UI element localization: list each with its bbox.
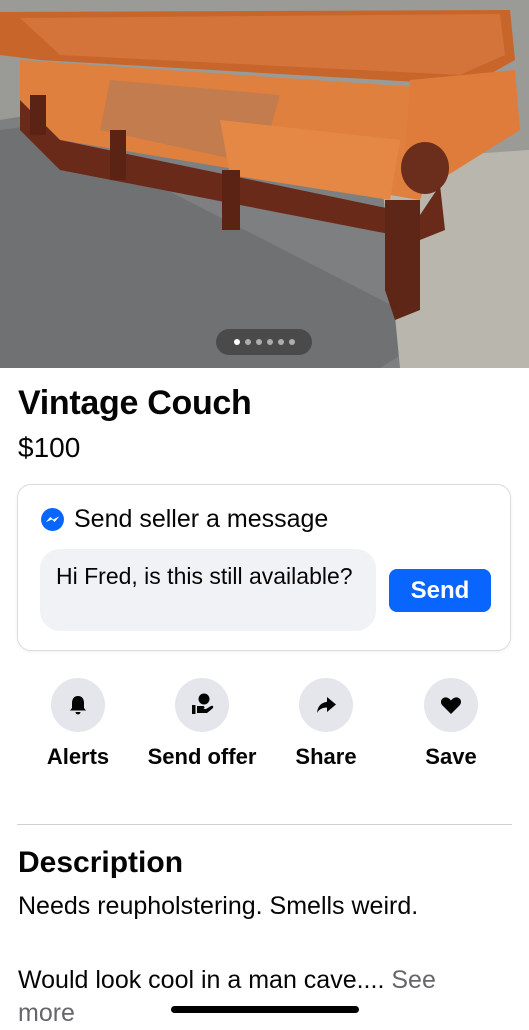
page-dot <box>277 339 284 345</box>
bell-icon <box>70 696 86 715</box>
listing-price: $100 <box>18 432 81 463</box>
message-input[interactable]: Hi Fred, is this still available? <box>40 549 376 631</box>
description-heading: Description <box>18 846 184 879</box>
save-label: Save <box>425 744 477 769</box>
share-button[interactable]: Share <box>261 678 391 770</box>
alerts-button[interactable]: Alerts <box>13 678 143 770</box>
page-dot <box>233 339 240 345</box>
couch-photo-illustration <box>0 0 529 368</box>
send-offer-label: Send offer <box>147 744 257 769</box>
share-arrow-icon <box>317 697 336 713</box>
messenger-icon <box>41 508 64 531</box>
page-dot <box>255 339 262 345</box>
share-circle[interactable] <box>299 678 353 732</box>
description-text: Needs reupholstering. Smells weird. <box>18 892 419 920</box>
alerts-label: Alerts <box>46 744 110 769</box>
description-text-more: Would look cool in a man cave.... See mo… <box>18 964 498 1030</box>
alerts-circle[interactable] <box>51 678 105 732</box>
send-offer-button[interactable]: Send offer <box>137 678 267 770</box>
send-offer-circle[interactable] <box>175 678 229 732</box>
page-dot <box>244 339 251 345</box>
page-dot <box>266 339 273 345</box>
page-dot <box>288 339 295 345</box>
offer-icon <box>192 693 214 714</box>
save-button[interactable]: Save <box>386 678 516 770</box>
description-line: Would look cool in a man cave.... <box>18 966 385 994</box>
share-label: Share <box>295 744 357 769</box>
heart-icon <box>440 697 462 714</box>
home-indicator[interactable] <box>171 1006 359 1013</box>
message-card-heading: Send seller a message <box>74 505 329 533</box>
save-circle[interactable] <box>424 678 478 732</box>
listing-title: Vintage Couch <box>18 384 252 422</box>
listing-photo[interactable] <box>0 0 529 368</box>
message-card-header: Send seller a message <box>40 505 328 534</box>
message-seller-card: Send seller a message Hi Fred, is this s… <box>17 484 511 651</box>
action-row: Alerts Send offer Share Save <box>0 678 529 778</box>
section-divider <box>17 824 512 825</box>
send-button[interactable]: Send <box>389 569 491 612</box>
photo-pagination <box>216 329 312 355</box>
